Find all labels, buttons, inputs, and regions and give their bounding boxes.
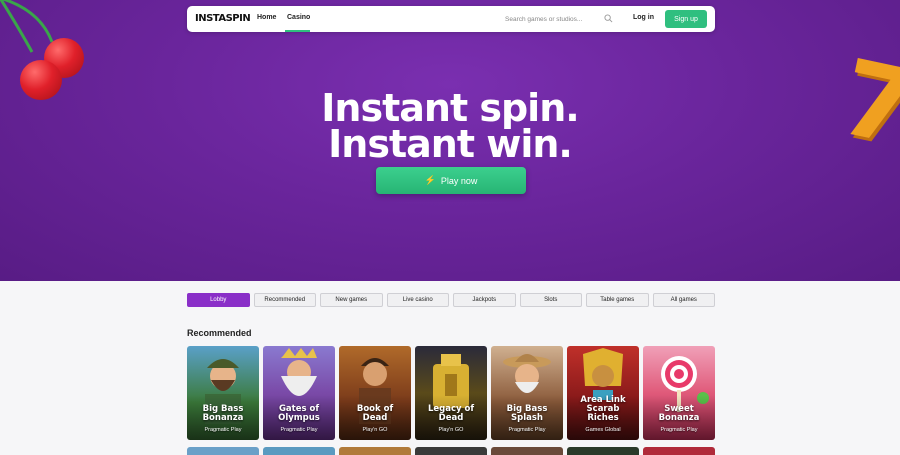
game-studio: Games Global — [585, 427, 621, 433]
game-card[interactable]: Book of Dead Play'n GO — [339, 346, 411, 440]
game-title: Big Bass Splash — [491, 405, 563, 423]
filter-tab-new-games[interactable]: New games — [320, 293, 383, 307]
game-title-line: Dead — [438, 413, 464, 423]
login-link[interactable]: Log in — [633, 14, 654, 21]
active-nav-indicator — [285, 30, 310, 32]
filter-tab-table-games[interactable]: Table games — [586, 293, 649, 307]
filter-tab-recommended[interactable]: Recommended — [253, 293, 316, 307]
game-title-line: Olympus — [278, 413, 320, 423]
game-title-line: Dead — [362, 413, 388, 423]
hero-banner: 7 Instant spin. Instant win. ⚡ Play now — [0, 0, 900, 281]
search-icon[interactable] — [604, 14, 613, 23]
nav-link-casino[interactable]: Casino — [287, 14, 310, 21]
game-card[interactable] — [491, 447, 563, 455]
play-now-label: Play now — [440, 175, 478, 186]
game-title-line: Riches — [587, 413, 619, 423]
game-card[interactable] — [643, 447, 715, 455]
filter-tab-all-games[interactable]: All games — [652, 293, 715, 307]
game-card[interactable]: Area Link Scarab Riches Games Global — [567, 346, 639, 440]
game-card[interactable]: Big Bass Splash Pragmatic Play — [491, 346, 563, 440]
game-card[interactable]: Sweet Bonanza Pragmatic Play — [643, 346, 715, 440]
game-studio: Play'n GO — [438, 427, 464, 433]
category-filter-bar: Lobby Recommended New games Live casino … — [187, 293, 715, 307]
signup-button[interactable]: Sign up — [665, 10, 707, 28]
game-card[interactable]: Legacy of Dead Play'n GO — [415, 346, 487, 440]
game-studio: Pragmatic Play — [204, 427, 242, 433]
game-title: Big Bass Bonanza — [187, 405, 259, 423]
game-studio: Play'n GO — [362, 427, 388, 433]
lightning-icon: ⚡ — [424, 175, 436, 185]
game-card[interactable] — [415, 447, 487, 455]
game-card[interactable]: Big Bass Bonanza Pragmatic Play — [187, 346, 259, 440]
filter-tab-jackpots[interactable]: Jackpots — [453, 293, 516, 307]
game-card[interactable] — [187, 447, 259, 455]
filter-tab-lobby[interactable]: Lobby — [187, 293, 250, 307]
game-title: Sweet Bonanza — [643, 405, 715, 423]
game-title: Legacy of Dead — [415, 405, 487, 423]
game-card[interactable] — [263, 447, 335, 455]
top-nav: INSTASPIN Home Casino Search games or st… — [187, 6, 715, 32]
game-title: Gates of Olympus — [263, 405, 335, 423]
game-studio: Pragmatic Play — [508, 427, 546, 433]
game-title: Area Link Scarab Riches — [567, 396, 639, 423]
game-grid-next-row — [187, 447, 715, 455]
game-card[interactable] — [339, 447, 411, 455]
nav-link-home[interactable]: Home — [257, 14, 276, 21]
search-input[interactable]: Search games or studios... — [499, 12, 617, 26]
filter-tab-slots[interactable]: Slots — [519, 293, 582, 307]
game-studio: Pragmatic Play — [660, 427, 698, 433]
game-studio: Pragmatic Play — [280, 427, 318, 433]
game-card[interactable] — [567, 447, 639, 455]
game-title-line: Bonanza — [658, 413, 700, 423]
play-now-button[interactable]: ⚡ Play now — [376, 167, 526, 194]
filter-tab-live-casino[interactable]: Live casino — [386, 293, 449, 307]
game-title-line: Splash — [511, 413, 543, 423]
game-grid: Big Bass Bonanza Pragmatic Play Gates of O… — [187, 346, 715, 440]
brand-logo[interactable]: INSTASPIN — [195, 13, 251, 24]
search-placeholder: Search games or studios... — [505, 15, 583, 23]
game-title: Book of Dead — [339, 405, 411, 423]
game-title-line: Bonanza — [202, 413, 244, 423]
game-card[interactable]: Gates of Olympus Pragmatic Play — [263, 346, 335, 440]
hero-headline-line2: Instant win. — [328, 122, 573, 166]
section-title-recommended: Recommended — [187, 328, 252, 338]
